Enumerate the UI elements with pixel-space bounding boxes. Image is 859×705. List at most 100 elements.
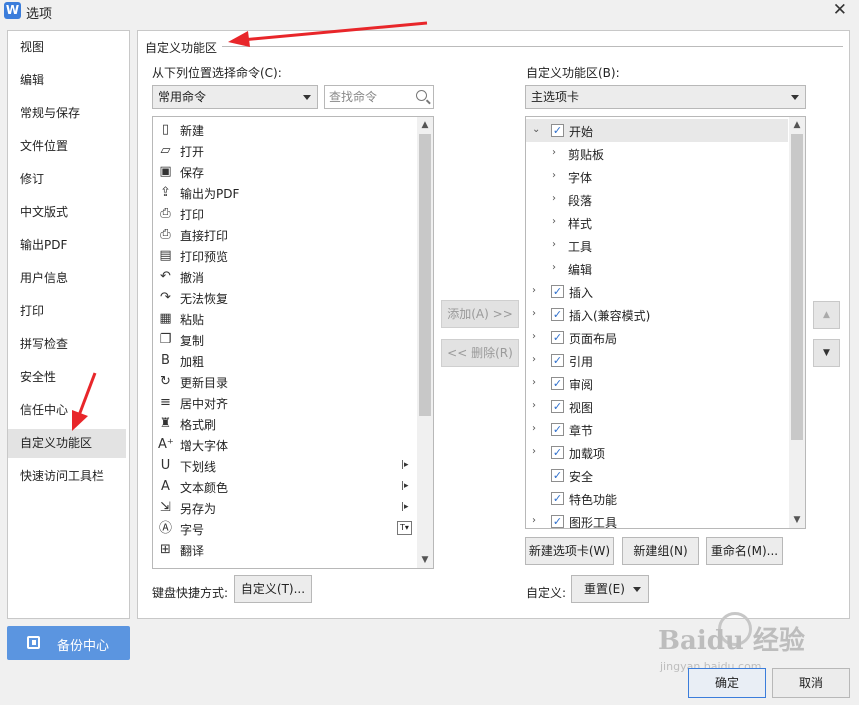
command-list-item[interactable]: ❐ 复制 <box>155 329 413 350</box>
ribbon-tree-item[interactable]: › ✓ 视图 <box>526 395 788 418</box>
chevron-right-icon[interactable]: › <box>552 193 556 204</box>
chevron-right-icon[interactable]: › <box>532 285 536 296</box>
ribbon-tree-item[interactable]: › ✓ 插入(兼容模式) <box>526 303 788 326</box>
checkbox[interactable]: ✓ <box>551 354 564 367</box>
scroll-up-icon[interactable]: ▲ <box>789 117 805 133</box>
search-input[interactable] <box>329 89 409 105</box>
chevron-right-icon[interactable]: › <box>552 239 556 250</box>
command-list-item[interactable]: ♜ 格式刷 <box>155 413 413 434</box>
ribbon-tree-item[interactable]: › 剪贴板 <box>526 142 788 165</box>
checkbox[interactable]: ✓ <box>551 124 564 137</box>
ribbon-tree-scrollbar[interactable]: ▲ ▼ <box>789 117 805 528</box>
command-list-item[interactable]: ⊞ 翻译 <box>155 539 413 560</box>
chevron-right-icon[interactable]: › <box>532 400 536 411</box>
chevron-right-icon[interactable]: › <box>532 308 536 319</box>
cancel-button[interactable]: 取消 <box>772 668 850 698</box>
chevron-right-icon[interactable]: › <box>532 515 536 526</box>
command-list-item[interactable]: ↷ 无法恢复 <box>155 287 413 308</box>
ribbon-tabs-select[interactable]: 主选项卡 <box>525 85 806 109</box>
checkbox[interactable]: ✓ <box>551 400 564 413</box>
ribbon-tree-item[interactable]: › ✓ 插入 <box>526 280 788 303</box>
scroll-thumb[interactable] <box>419 134 431 416</box>
ribbon-tree-item[interactable]: › ✓ 页面布局 <box>526 326 788 349</box>
chevron-right-icon[interactable]: › <box>532 377 536 388</box>
checkbox[interactable]: ✓ <box>551 285 564 298</box>
sidebar-item[interactable]: 视图 <box>8 33 129 62</box>
chevron-right-icon[interactable]: › <box>532 423 536 434</box>
ok-button[interactable]: 确定 <box>688 668 766 698</box>
ribbon-tree-item[interactable]: › 编辑 <box>526 257 788 280</box>
command-list-item[interactable]: ⇲ 另存为 |▸ <box>155 497 413 518</box>
command-list-item[interactable]: Ⓐ 字号 T▾ <box>155 518 413 539</box>
chevron-right-icon[interactable]: › <box>552 216 556 227</box>
sidebar-item[interactable]: 中文版式 <box>8 198 129 227</box>
search-icon[interactable] <box>416 90 427 101</box>
chevron-right-icon[interactable]: › <box>532 446 536 457</box>
ribbon-tree[interactable]: ⌄ ✓ 开始 › 剪贴板 › 字体 › 段落 › 样式 › 工具 › 编辑 › ✓ 插入 › ✓ 插入(兼容模式) › ✓ 页… <box>525 116 806 529</box>
sidebar-item[interactable]: 信任中心 <box>8 396 129 425</box>
chevron-right-icon[interactable]: › <box>552 170 556 181</box>
ribbon-tree-item[interactable]: › ✓ 引用 <box>526 349 788 372</box>
scroll-thumb[interactable] <box>791 134 803 440</box>
command-list-item[interactable]: ▣ 保存 <box>155 161 413 182</box>
sidebar-item[interactable]: 修订 <box>8 165 129 194</box>
command-list-item[interactable]: ▯ 新建 <box>155 119 413 140</box>
ribbon-tree-item[interactable]: › ✓ 加载项 <box>526 441 788 464</box>
ribbon-tree-item[interactable]: › 样式 <box>526 211 788 234</box>
sidebar-item[interactable]: 编辑 <box>8 66 129 95</box>
sidebar-item[interactable]: 安全性 <box>8 363 129 392</box>
reset-dropdown[interactable]: 重置(E) <box>571 575 649 603</box>
rename-button[interactable]: 重命名(M)... <box>706 537 783 565</box>
close-icon[interactable]: ✕ <box>833 0 847 20</box>
ribbon-tree-item[interactable]: ✓ 安全 <box>526 464 788 487</box>
scroll-down-icon[interactable]: ▼ <box>417 552 433 568</box>
chevron-right-icon[interactable]: › <box>552 262 556 273</box>
checkbox[interactable]: ✓ <box>551 469 564 482</box>
scroll-down-icon[interactable]: ▼ <box>789 512 805 528</box>
chevron-right-icon[interactable]: › <box>552 147 556 158</box>
add-button[interactable]: 添加(A) >> <box>441 300 519 328</box>
sidebar-item[interactable]: 快速访问工具栏 <box>8 462 129 491</box>
backup-center-button[interactable]: 备份中心 <box>7 626 130 660</box>
ribbon-tree-item[interactable]: › 工具 <box>526 234 788 257</box>
commands-scrollbar[interactable]: ▲ ▼ <box>417 117 433 568</box>
chevron-right-icon[interactable]: › <box>532 331 536 342</box>
command-list-item[interactable]: ⎙ 直接打印 <box>155 224 413 245</box>
ribbon-tree-item[interactable]: › 段落 <box>526 188 788 211</box>
chevron-down-icon[interactable]: ⌄ <box>532 124 540 135</box>
ribbon-tree-item[interactable]: › ✓ 审阅 <box>526 372 788 395</box>
commands-list[interactable]: ▯ 新建 ▱ 打开 ▣ 保存 ⇪ 输出为PDF ⎙ 打印 ⎙ 直接打印 ▤ 打印预览 ↶ 撤消 ↷ 无法恢复 ▦ 粘贴… <box>152 116 434 569</box>
command-list-item[interactable]: ↻ 更新目录 <box>155 371 413 392</box>
ribbon-tree-item[interactable]: › ✓ 图形工具 <box>526 510 788 528</box>
new-group-button[interactable]: 新建组(N) <box>622 537 699 565</box>
command-list-item[interactable]: ↶ 撤消 <box>155 266 413 287</box>
checkbox[interactable]: ✓ <box>551 423 564 436</box>
move-down-button[interactable]: ▼ <box>813 339 840 367</box>
command-list-item[interactable]: B 加粗 <box>155 350 413 371</box>
ribbon-tree-item[interactable]: › 字体 <box>526 165 788 188</box>
checkbox[interactable]: ✓ <box>551 515 564 528</box>
command-list-item[interactable]: U 下划线 |▸ <box>155 455 413 476</box>
checkbox[interactable]: ✓ <box>551 492 564 505</box>
sidebar-item[interactable]: 打印 <box>8 297 129 326</box>
customize-shortcuts-button[interactable]: 自定义(T)... <box>234 575 312 603</box>
command-list-item[interactable]: ≡ 居中对齐 <box>155 392 413 413</box>
command-list-item[interactable]: ⎙ 打印 <box>155 203 413 224</box>
command-list-item[interactable]: ▤ 打印预览 <box>155 245 413 266</box>
command-list-item[interactable]: ▱ 打开 <box>155 140 413 161</box>
sidebar-item[interactable]: 文件位置 <box>8 132 129 161</box>
sidebar-item[interactable]: 拼写检查 <box>8 330 129 359</box>
command-source-select[interactable]: 常用命令 <box>152 85 318 109</box>
move-up-button[interactable]: ▲ <box>813 301 840 329</box>
command-list-item[interactable]: A⁺ 增大字体 <box>155 434 413 455</box>
chevron-right-icon[interactable]: › <box>532 354 536 365</box>
checkbox[interactable]: ✓ <box>551 331 564 344</box>
new-tab-button[interactable]: 新建选项卡(W) <box>525 537 614 565</box>
command-list-item[interactable]: A 文本颜色 |▸ <box>155 476 413 497</box>
checkbox[interactable]: ✓ <box>551 308 564 321</box>
command-list-item[interactable]: ▦ 粘贴 <box>155 308 413 329</box>
ribbon-tree-item[interactable]: ⌄ ✓ 开始 <box>526 119 788 142</box>
ribbon-tree-item[interactable]: › ✓ 章节 <box>526 418 788 441</box>
remove-button[interactable]: << 删除(R) <box>441 339 519 367</box>
ribbon-tree-item[interactable]: ✓ 特色功能 <box>526 487 788 510</box>
